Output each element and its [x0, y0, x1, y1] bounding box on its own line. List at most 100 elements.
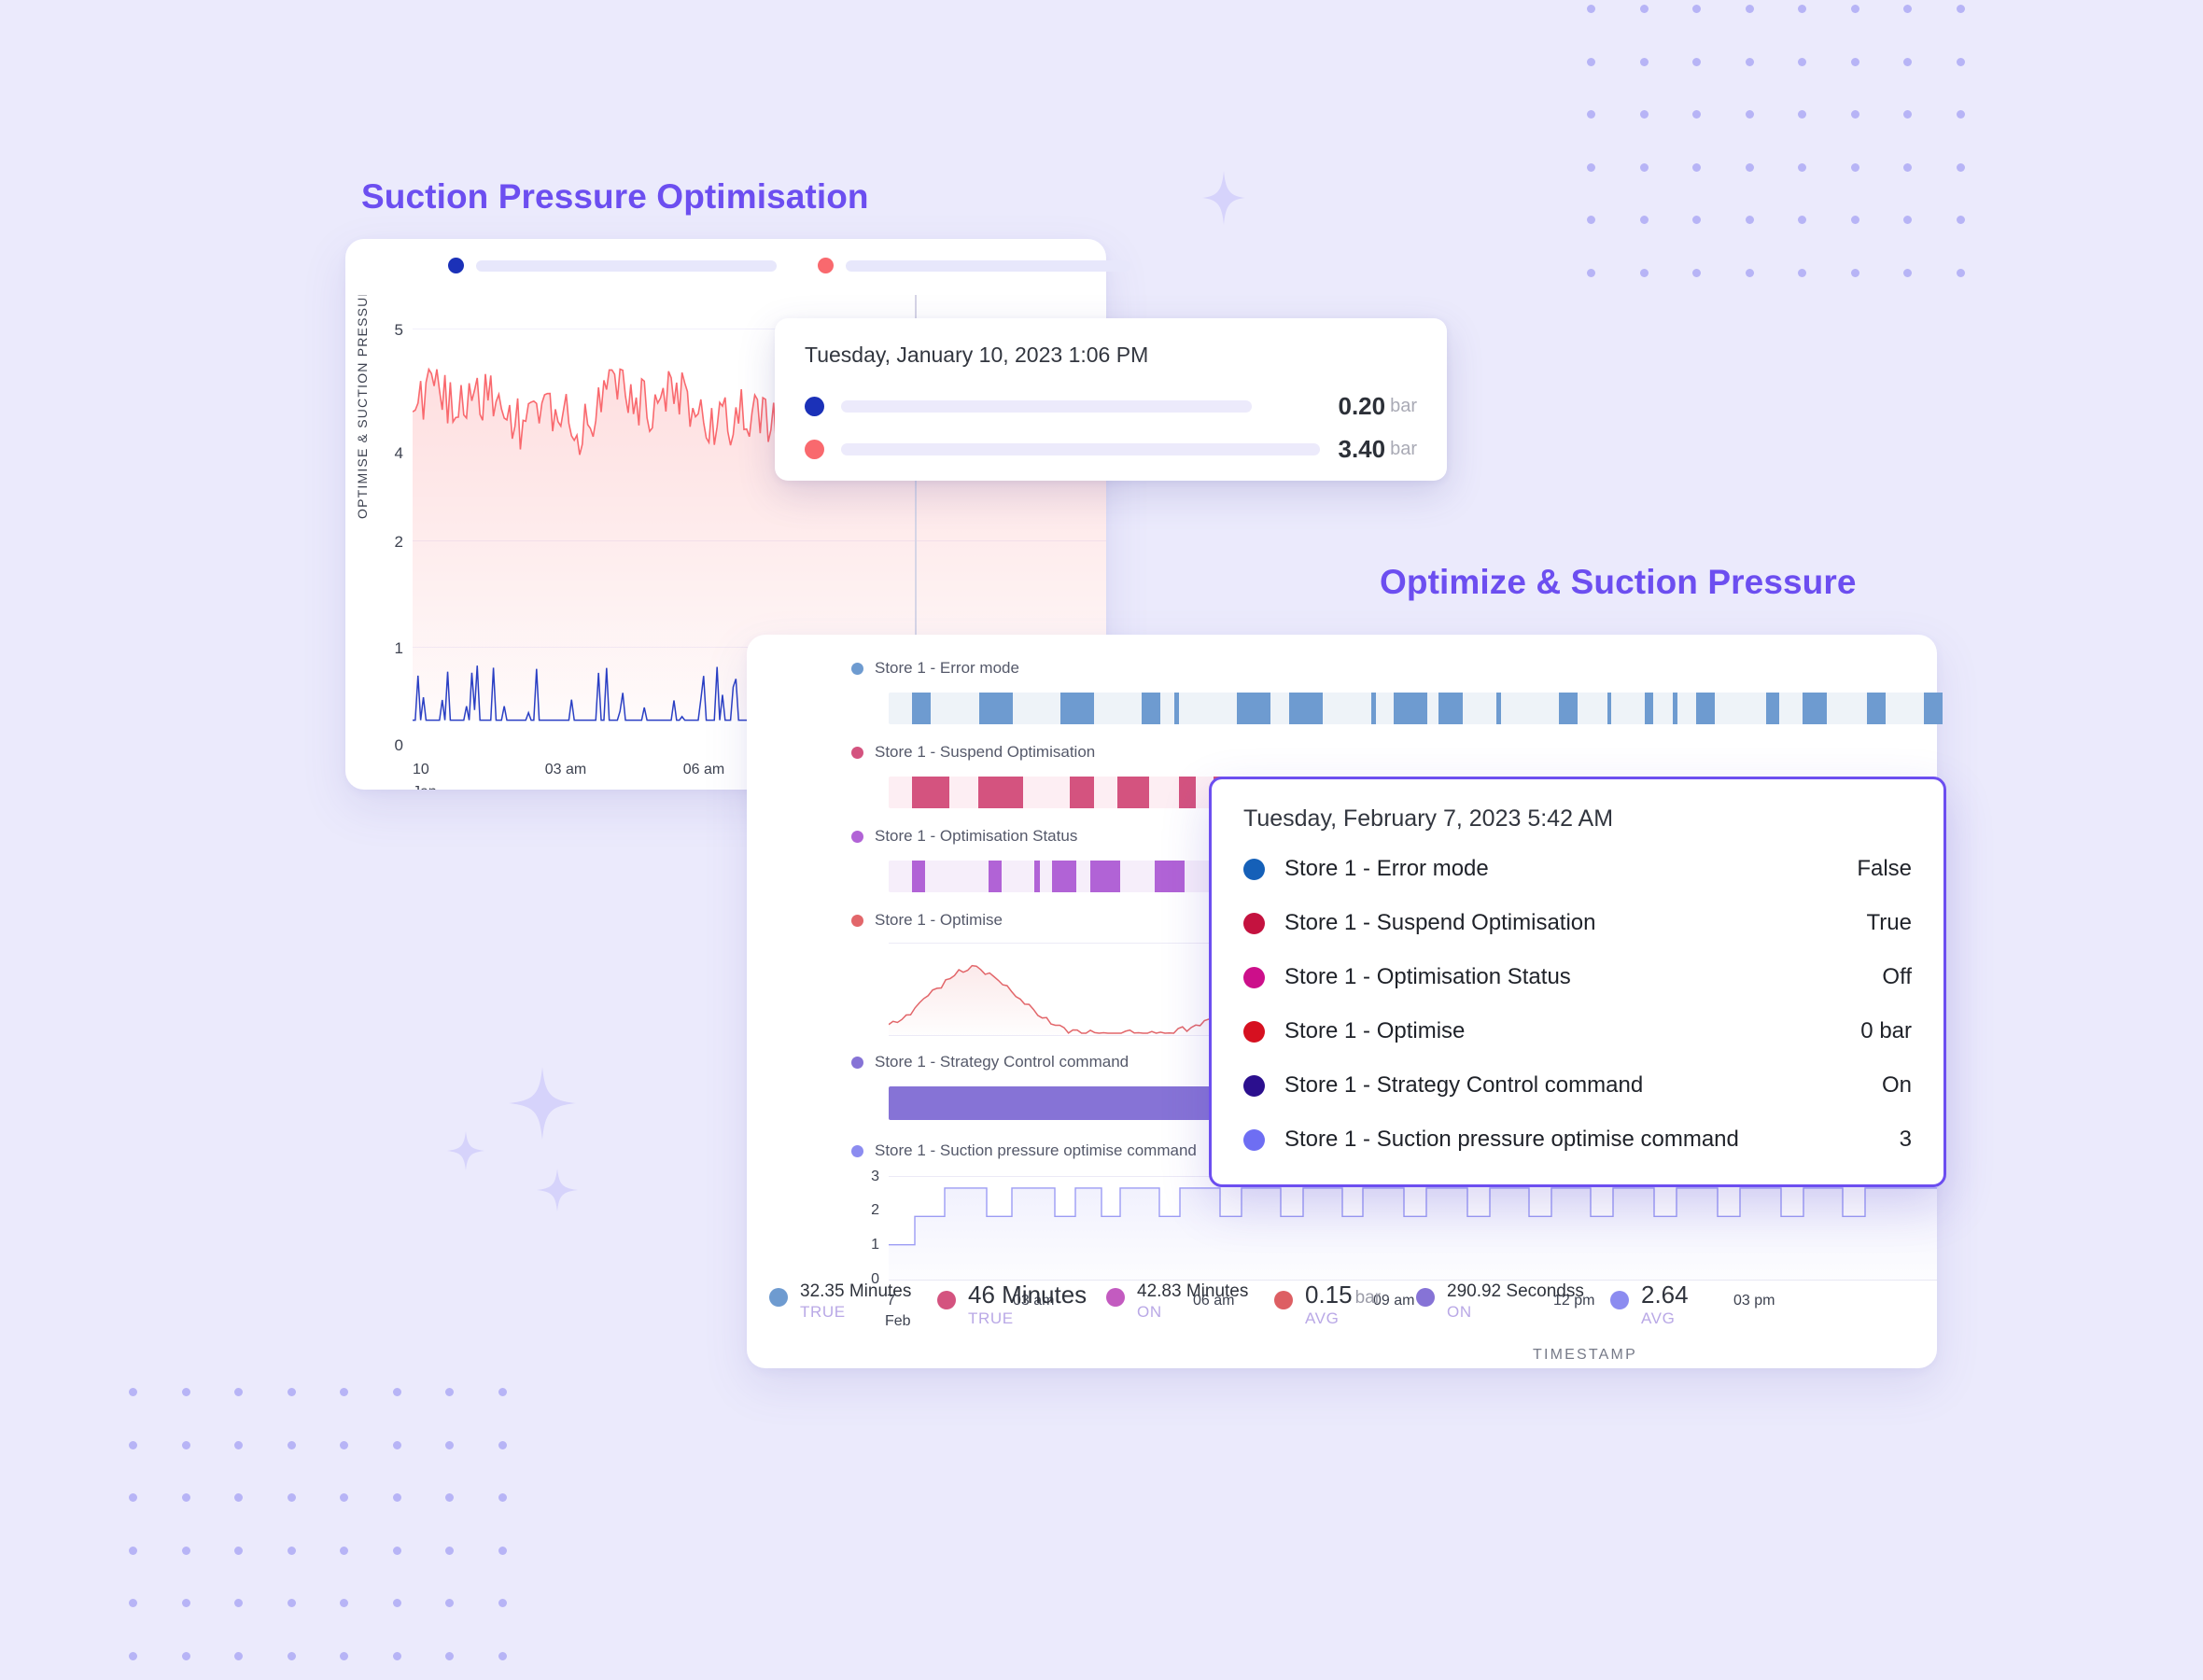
- series-dot-error-mode: [851, 662, 863, 675]
- card2-y-tick-3: 3: [871, 1169, 879, 1184]
- card1-y-tick-5: 5: [394, 321, 403, 339]
- sparkle-icon-top: [1202, 171, 1245, 225]
- legend-dot-suction: [818, 258, 834, 273]
- tooltip1-title: Tuesday, January 10, 2023 1:06 PM: [805, 343, 1149, 367]
- tooltip2-series-dot: [1243, 912, 1265, 934]
- tooltip2-row: Store 1 - Suspend Optimisation True: [1243, 896, 1912, 950]
- tooltip2-series-label: Store 1 - Strategy Control command: [1284, 1072, 1644, 1098]
- tooltip2-series-value: True: [1866, 910, 1912, 935]
- tooltip2-series-label: Store 1 - Suction pressure optimise comm…: [1284, 1127, 1739, 1152]
- tooltip2-series-dot: [1243, 858, 1265, 880]
- card1-y-tick-2: 2: [394, 533, 403, 551]
- footer-stat-unit: bar: [1354, 1288, 1382, 1308]
- footer-stat-sub: TRUE: [800, 1302, 846, 1321]
- tooltip2-series-label: Store 1 - Optimisation Status: [1284, 964, 1571, 989]
- series-dot-optimisation-status: [851, 830, 863, 843]
- series-dot-strategy: [851, 1056, 863, 1069]
- footer-stat-dot: [937, 1291, 956, 1309]
- card2-footer-stats: 32.35 Minutes TRUE 46 Minutes TRUE 42.83…: [747, 1281, 1937, 1340]
- footer-stat-suction-command[interactable]: 2.64 AVG: [1610, 1281, 1689, 1328]
- footer-stat-value: 2.64: [1641, 1281, 1689, 1309]
- series-label-error-mode: Store 1 - Error mode: [747, 659, 1937, 678]
- legend-item-optimise[interactable]: [448, 258, 777, 273]
- tooltip2-series-label: Store 1 - Suspend Optimisation: [1284, 910, 1596, 935]
- tooltip1-unit-suction: bar: [1390, 438, 1417, 459]
- tooltip1-dot-optimise: [805, 396, 824, 416]
- footer-stat-dot: [1416, 1288, 1435, 1307]
- card1-y-tick-1: 1: [394, 639, 403, 657]
- footer-stat-dot: [1106, 1288, 1125, 1307]
- dot-grid-top-right: [1587, 5, 2009, 321]
- legend-item-suction[interactable]: [818, 258, 1130, 273]
- footer-stat-strategy[interactable]: 290.92 Secondss ON: [1416, 1282, 1584, 1322]
- tooltip2-series-value: On: [1881, 1072, 1912, 1098]
- card1-y-tick-4: 4: [394, 444, 403, 462]
- card1-x-tick-2: 06 am: [682, 762, 725, 777]
- tooltip2-rows: Store 1 - Error mode False Store 1 - Suspe…: [1243, 842, 1912, 1167]
- tooltip2-row: Store 1 - Error mode False: [1243, 842, 1912, 896]
- footer-stat-error-mode[interactable]: 32.35 Minutes TRUE: [769, 1282, 911, 1322]
- footer-stat-sub: AVG: [1641, 1309, 1676, 1328]
- footer-stat-suspend[interactable]: 46 Minutes TRUE: [937, 1281, 1087, 1328]
- card1-y-axis-label: OPTIMISE & SUCTION PRESSURE (bar): [355, 295, 370, 519]
- tooltip2-title: Tuesday, February 7, 2023 5:42 AM: [1243, 805, 1614, 832]
- footer-stat-value: 32.35 Minutes: [800, 1281, 912, 1301]
- tooltip2-row: Store 1 - Optimise 0 bar: [1243, 1004, 1912, 1058]
- footer-stat-sub: AVG: [1305, 1309, 1340, 1328]
- tooltip1-value-suction: 3.40: [1338, 434, 1386, 463]
- legend-placeholder-bar-2: [846, 259, 1130, 272]
- tooltip2-row: Store 1 - Strategy Control command On: [1243, 1058, 1912, 1113]
- series-step-suction-command[interactable]: [889, 1176, 1937, 1281]
- tooltip2-series-value: 0 bar: [1860, 1018, 1912, 1043]
- tooltip2-series-value: False: [1857, 856, 1912, 881]
- page-canvas: Suction Pressure Optimisation OPTIMISE &…: [0, 0, 2203, 1680]
- tooltip2-series-label: Store 1 - Optimise: [1284, 1018, 1466, 1043]
- card2-y-tick-1: 1: [871, 1237, 879, 1253]
- card1-legend: [448, 258, 1130, 273]
- footer-stat-value: 290.92 Secondss: [1447, 1281, 1584, 1301]
- series-dot-suction-command: [851, 1144, 863, 1157]
- card2-axis-caption: TIMESTAMP: [1533, 1347, 1637, 1363]
- tooltip1-value-optimise: 0.20: [1338, 391, 1386, 420]
- page-title-suction-pressure: Suction Pressure Optimisation: [361, 177, 869, 216]
- tooltip1-dot-suction: [805, 439, 824, 459]
- tooltip1-row-optimise: 0.20 bar: [805, 385, 1417, 427]
- series-label-text: Store 1 - Suspend Optimisation: [875, 743, 1096, 761]
- card2-y-tick-2: 2: [871, 1202, 879, 1218]
- footer-stat-dot: [1610, 1291, 1629, 1309]
- footer-stat-dot: [769, 1288, 788, 1307]
- tooltip2-series-label: Store 1 - Error mode: [1284, 856, 1489, 881]
- series-dot-suspend: [851, 746, 863, 759]
- series-label-text: Store 1 - Suction pressure optimise comm…: [875, 1141, 1197, 1159]
- tooltip1-unit-optimise: bar: [1390, 395, 1417, 416]
- series-label-text: Store 1 - Optimise: [875, 911, 1003, 929]
- series-strip-error-mode[interactable]: [889, 693, 1943, 724]
- sparkle-icon-small-left: [447, 1131, 484, 1170]
- series-row-suspend[interactable]: Store 1 - Suspend Optimisation: [747, 743, 1937, 762]
- legend-placeholder-bar-1: [476, 259, 777, 272]
- card1-x-tick-1: 03 am: [544, 762, 587, 777]
- footer-stat-value: 46 Minutes: [968, 1281, 1087, 1309]
- tooltip2-row: Store 1 - Suction pressure optimise comm…: [1243, 1113, 1912, 1167]
- footer-stat-optimise[interactable]: 0.15 bar AVG: [1274, 1281, 1382, 1328]
- card1-x-tick-0: 10: [413, 762, 429, 777]
- footer-stat-sub: ON: [1447, 1302, 1472, 1321]
- footer-stat-value: 42.83 Minutes: [1137, 1281, 1249, 1301]
- series-label-text: Store 1 - Strategy Control command: [875, 1053, 1130, 1071]
- footer-stat-sub: ON: [1137, 1302, 1162, 1321]
- footer-stat-dot: [1274, 1291, 1293, 1309]
- sparkle-icon-small-bottom: [537, 1169, 578, 1211]
- tooltip1-row-suction: 3.40 bar: [805, 427, 1417, 470]
- sparkle-icon-large: [509, 1067, 576, 1140]
- footer-stat-sub: TRUE: [968, 1309, 1014, 1328]
- chart-tooltip-february: Tuesday, February 7, 2023 5:42 AM Store …: [1209, 777, 1946, 1187]
- tooltip1-track-optimise: [841, 399, 1252, 413]
- card1-y-tick-0: 0: [394, 736, 403, 754]
- chart-tooltip-january: Tuesday, January 10, 2023 1:06 PM 0.20 b…: [775, 318, 1447, 481]
- series-row-error-mode[interactable]: Store 1 - Error mode: [747, 659, 1937, 678]
- footer-stat-optimisation-status[interactable]: 42.83 Minutes ON: [1106, 1282, 1248, 1322]
- tooltip2-series-dot: [1243, 1074, 1265, 1097]
- tooltip2-series-value: 3: [1899, 1127, 1912, 1152]
- dot-grid-bottom-left: [129, 1388, 551, 1680]
- page-title-optimize-suction: Optimize & Suction Pressure: [1380, 563, 1857, 601]
